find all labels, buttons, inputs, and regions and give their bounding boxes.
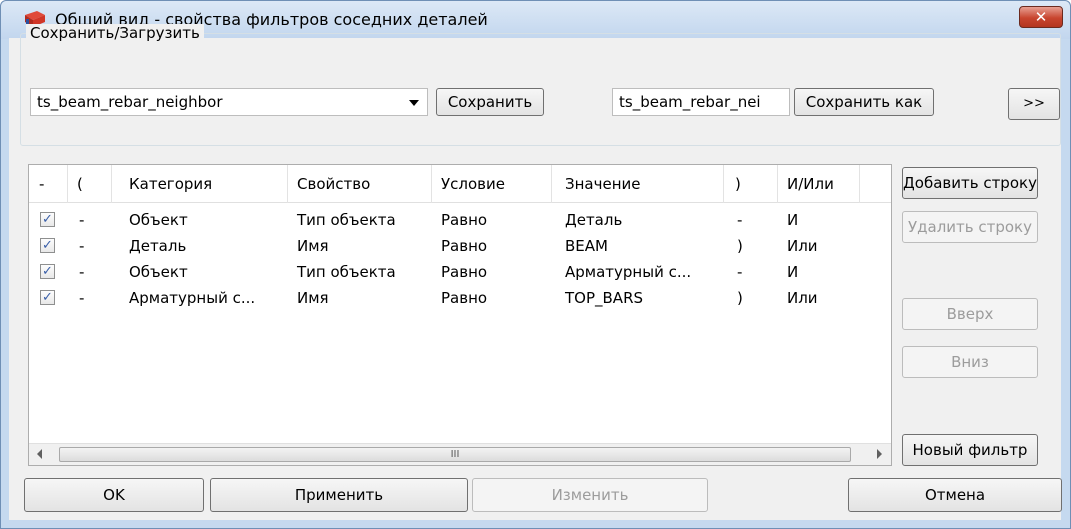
filter-select-value: ts_beam_rebar_neighbor: [37, 93, 223, 111]
cell-category[interactable]: Арматурный с...: [129, 289, 255, 307]
add-row-button[interactable]: Добавить строку: [902, 167, 1038, 199]
table-row[interactable]: ✓ - Объект Тип объекта Равно Арматурный …: [29, 260, 891, 286]
ok-button[interactable]: OK: [24, 478, 204, 512]
row-enabled-checkbox[interactable]: ✓: [40, 212, 55, 227]
modify-button[interactable]: Изменить: [472, 478, 708, 512]
cell-close-paren[interactable]: -: [737, 263, 742, 281]
column-header-toggle[interactable]: -: [39, 175, 44, 193]
scroll-left-icon[interactable]: [37, 449, 42, 459]
cell-condition[interactable]: Равно: [441, 289, 487, 307]
cell-and-or[interactable]: И: [787, 263, 798, 281]
save-button[interactable]: Сохранить: [436, 88, 544, 116]
column-header-condition[interactable]: Условие: [441, 175, 505, 193]
cell-close-paren[interactable]: -: [737, 211, 742, 229]
table-row[interactable]: ✓ - Объект Тип объекта Равно Деталь - И: [29, 208, 891, 234]
filter-rules-table[interactable]: - ( Категория Свойство Условие Значение …: [28, 164, 892, 466]
cell-property[interactable]: Имя: [297, 237, 329, 255]
column-header-property[interactable]: Свойство: [297, 175, 370, 193]
cell-value[interactable]: Деталь: [565, 211, 622, 229]
cell-property[interactable]: Имя: [297, 289, 329, 307]
cell-condition[interactable]: Равно: [441, 211, 487, 229]
apply-button[interactable]: Применить: [210, 478, 468, 512]
column-header-category[interactable]: Категория: [129, 175, 212, 193]
column-divider[interactable]: [723, 165, 724, 203]
new-filter-button[interactable]: Новый фильтр: [902, 434, 1038, 466]
row-enabled-checkbox[interactable]: ✓: [40, 238, 55, 253]
move-down-button[interactable]: Вниз: [902, 346, 1038, 378]
column-divider[interactable]: [111, 165, 112, 203]
save-as-button[interactable]: Сохранить как: [794, 88, 934, 116]
column-header-and-or[interactable]: И/Или: [787, 175, 834, 193]
table-header: - ( Категория Свойство Условие Значение …: [29, 165, 891, 203]
cell-open-paren[interactable]: -: [79, 211, 84, 229]
column-divider[interactable]: [777, 165, 778, 203]
column-divider[interactable]: [67, 165, 68, 203]
row-enabled-checkbox[interactable]: ✓: [40, 264, 55, 279]
cell-value[interactable]: BEAM: [565, 237, 608, 255]
chevron-down-icon[interactable]: [409, 100, 419, 106]
scroll-grip-icon: III: [450, 449, 460, 460]
cell-and-or[interactable]: Или: [787, 289, 818, 307]
cell-property[interactable]: Тип объекта: [297, 211, 396, 229]
column-divider[interactable]: [287, 165, 288, 203]
cell-close-paren[interactable]: ): [737, 289, 743, 307]
column-divider[interactable]: [551, 165, 552, 203]
column-header-open-paren[interactable]: (: [77, 175, 83, 193]
expand-button[interactable]: >>: [1008, 88, 1060, 120]
table-row[interactable]: ✓ - Арматурный с... Имя Равно TOP_BARS )…: [29, 286, 891, 312]
save-as-name-field[interactable]: [612, 88, 790, 116]
cell-value[interactable]: TOP_BARS: [565, 289, 643, 307]
cell-close-paren[interactable]: ): [737, 237, 743, 255]
delete-row-button[interactable]: Удалить строку: [902, 211, 1038, 243]
cell-and-or[interactable]: И: [787, 211, 798, 229]
cell-category[interactable]: Объект: [129, 211, 188, 229]
cell-category[interactable]: Объект: [129, 263, 188, 281]
row-enabled-checkbox[interactable]: ✓: [40, 290, 55, 305]
cell-category[interactable]: Деталь: [129, 237, 186, 255]
column-divider[interactable]: [859, 165, 860, 203]
cell-open-paren[interactable]: -: [79, 289, 84, 307]
scroll-right-icon[interactable]: [877, 449, 882, 459]
cell-condition[interactable]: Равно: [441, 263, 487, 281]
save-load-group-label: Сохранить/Загрузить: [26, 24, 204, 42]
filter-select-combobox[interactable]: ts_beam_rebar_neighbor: [30, 88, 428, 116]
table-row[interactable]: ✓ - Деталь Имя Равно BEAM ) Или: [29, 234, 891, 260]
cell-and-or[interactable]: Или: [787, 237, 818, 255]
cell-open-paren[interactable]: -: [79, 263, 84, 281]
close-icon: ✕: [1034, 8, 1048, 26]
horizontal-scrollbar[interactable]: III: [29, 443, 891, 465]
close-button[interactable]: ✕: [1019, 6, 1063, 28]
scrollbar-thumb[interactable]: III: [59, 447, 851, 462]
column-divider[interactable]: [431, 165, 432, 203]
cell-value[interactable]: Арматурный с...: [565, 263, 691, 281]
cancel-button[interactable]: Отмена: [848, 478, 1062, 512]
move-up-button[interactable]: Вверх: [902, 298, 1038, 330]
column-header-value[interactable]: Значение: [565, 175, 641, 193]
cell-property[interactable]: Тип объекта: [297, 263, 396, 281]
cell-open-paren[interactable]: -: [79, 237, 84, 255]
save-as-name-input[interactable]: [613, 89, 789, 115]
cell-condition[interactable]: Равно: [441, 237, 487, 255]
column-header-close-paren[interactable]: ): [735, 175, 741, 193]
